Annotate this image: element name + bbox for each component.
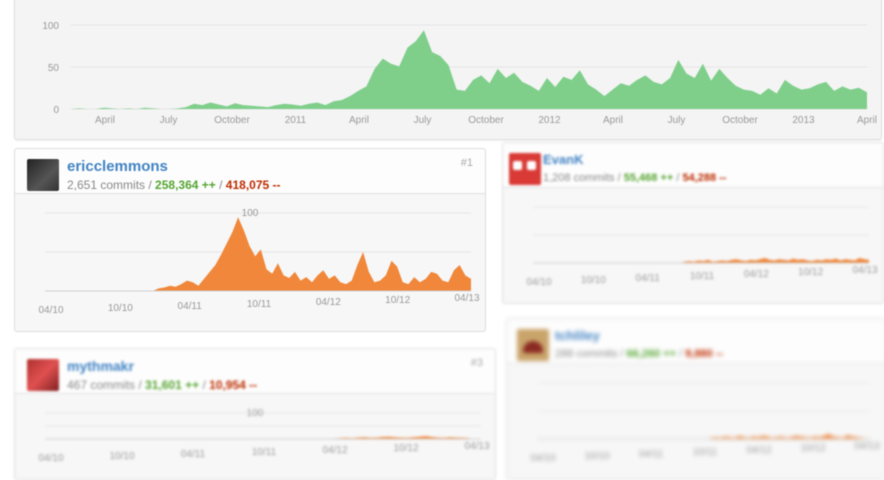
- contributor-commit-chart: 100 04/10 10/10 04/11 10/11 04/12 10/12 04/13: [38, 408, 489, 464]
- x-tick-label: 04/13: [854, 441, 879, 452]
- contributor-card: mythmakr 467 commits / 31,601 ++ / 10,95…: [14, 348, 496, 480]
- y-tick-label: 0: [53, 105, 59, 116]
- deletions-count: 10,954 --: [209, 378, 258, 392]
- contributions-overview-chart: 0 50 100 April July October 2011 April July Octob…: [42, 21, 877, 126]
- x-tick-label: 04/10: [38, 453, 63, 464]
- x-tick-label: 04/12: [316, 297, 341, 308]
- commit-count: 288 commits: [555, 348, 618, 360]
- contributor-card-header: ericclemmons 2,651 commits / 258,364 ++ …: [15, 149, 485, 194]
- x-tick-label: 04/13: [852, 265, 877, 276]
- x-tick-label: 10/11: [247, 299, 272, 310]
- commit-count: 467 commits: [67, 378, 136, 392]
- rank-badge: #1: [460, 157, 473, 169]
- avatar[interactable]: [27, 359, 59, 391]
- x-tick-label: July: [414, 115, 432, 126]
- avatar[interactable]: [509, 153, 541, 185]
- contributor-card: ericclemmons 2,651 commits / 258,364 ++ …: [14, 148, 486, 332]
- x-tick-label: 04/11: [178, 301, 203, 312]
- y-tick-label: 100: [42, 21, 59, 32]
- x-tick-label: 10/10: [109, 451, 134, 462]
- x-tick-label: 04/12: [744, 269, 769, 280]
- contributor-commit-chart: 100 04/10 10/10 04/11 10/11 04/12 10/12 04/13: [38, 208, 479, 316]
- x-tick-label: 10/12: [800, 443, 825, 454]
- x-tick-label: 04/11: [636, 273, 661, 284]
- commit-count: 2,651 commits: [67, 178, 146, 192]
- x-tick-label: 04/12: [746, 445, 771, 456]
- x-tick-label: April: [857, 115, 877, 126]
- contributor-card: EvanK 1,208 commits / 55,468 ++ / 54,288…: [502, 142, 884, 304]
- contributor-stats: 1,208 commits / 55,468 ++ / 54,288 --: [543, 172, 727, 184]
- x-tick-label: 10/10: [581, 275, 606, 286]
- x-tick-label: 04/10: [526, 277, 551, 288]
- x-tick-label: July: [160, 115, 178, 126]
- x-tick-label: October: [214, 115, 250, 126]
- x-tick-label: 10/10: [108, 303, 133, 314]
- commit-area: [537, 434, 871, 439]
- x-tick-label: 10/12: [798, 267, 823, 278]
- contributor-commit-chart: 04/10 10/10 04/11 10/11 04/12 10/12 04/13: [530, 382, 880, 464]
- additions-count: 31,601 ++: [145, 378, 200, 392]
- contributor-commit-chart: 04/10 10/10 04/11 10/11 04/12 10/12 04/13: [526, 206, 878, 288]
- x-tick-label: 2011: [285, 115, 307, 126]
- contributor-card-header: tchliley 288 commits / 66,260 ++ / 9,880…: [507, 319, 884, 364]
- y-tick-label: 100: [242, 208, 259, 219]
- x-tick-label: 10/11: [690, 271, 715, 282]
- x-tick-label: 04/13: [464, 441, 489, 452]
- x-tick-label: 04/12: [322, 445, 347, 456]
- x-tick-label: 04/11: [639, 449, 664, 460]
- contributor-username[interactable]: mythmakr: [67, 358, 134, 374]
- commit-area: [533, 258, 869, 263]
- rank-badge: #3: [470, 357, 483, 369]
- avatar[interactable]: [517, 329, 549, 361]
- x-tick-label: 10/11: [252, 447, 277, 458]
- x-tick-label: 2013: [792, 115, 815, 126]
- x-tick-label: April: [95, 115, 115, 126]
- x-tick-label: April: [603, 115, 623, 126]
- contributions-area: [71, 30, 867, 110]
- y-tick-label: 100: [247, 408, 264, 419]
- x-tick-label: October: [722, 115, 758, 126]
- contributor-stats: 467 commits / 31,601 ++ / 10,954 --: [67, 378, 258, 392]
- x-tick-label: 10/11: [693, 447, 718, 458]
- x-tick-label: 10/10: [584, 451, 609, 462]
- additions-count: 66,260 ++: [626, 348, 677, 360]
- contributor-card-header: mythmakr 467 commits / 31,601 ++ / 10,95…: [15, 349, 495, 394]
- x-tick-label: 10/12: [385, 295, 410, 306]
- x-tick-label: 10/12: [393, 443, 418, 454]
- contributor-username[interactable]: ericclemmons: [67, 158, 168, 175]
- x-tick-label: October: [468, 115, 504, 126]
- x-tick-label: 04/10: [530, 453, 555, 464]
- contributor-card-header: EvanK 1,208 commits / 55,468 ++ / 54,288…: [503, 143, 883, 188]
- x-tick-label: 04/11: [181, 449, 206, 460]
- contributor-stats: 288 commits / 66,260 ++ / 9,880 --: [555, 348, 724, 360]
- contributor-username[interactable]: tchliley: [555, 328, 600, 343]
- deletions-count: 54,288 --: [682, 172, 727, 184]
- x-tick-label: July: [668, 115, 686, 126]
- x-tick-label: April: [349, 115, 369, 126]
- additions-count: 258,364 ++: [155, 178, 216, 192]
- commit-count: 1,208 commits: [543, 172, 615, 184]
- x-tick-label: 2012: [538, 115, 561, 126]
- x-tick-label: 04/13: [454, 293, 479, 304]
- y-tick-label: 50: [48, 63, 60, 74]
- avatar[interactable]: [27, 159, 59, 191]
- additions-count: 55,468 ++: [623, 172, 674, 184]
- deletions-count: 418,075 --: [225, 178, 281, 192]
- x-tick-label: 04/10: [38, 305, 63, 316]
- deletions-count: 9,880 --: [685, 348, 724, 360]
- contributions-overview-panel: 0 50 100 April July October 2011 April July Octob…: [14, 0, 882, 140]
- contributor-username[interactable]: EvanK: [543, 152, 583, 167]
- contributor-card: tchliley 288 commits / 66,260 ++ / 9,880…: [506, 318, 884, 480]
- commit-area: [45, 217, 471, 291]
- contributor-stats: 2,651 commits / 258,364 ++ / 418,075 --: [67, 178, 281, 192]
